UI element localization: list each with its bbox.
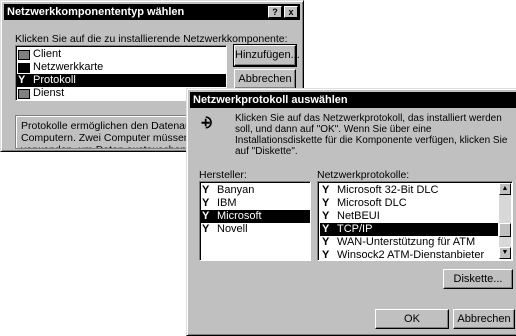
help-button[interactable]: ? <box>268 6 282 18</box>
protocol-icon <box>322 184 334 197</box>
select-protocol-dialog: Netzwerkprotokoll auswählen ⨮ Klicken Si… <box>186 88 516 336</box>
protocol-icon <box>202 197 214 210</box>
manufacturer-item-banyan[interactable]: Banyan <box>200 184 310 197</box>
protocol-icon <box>202 184 214 197</box>
component-type-instruction: Klicken Sie auf die zu installierende Ne… <box>15 33 288 45</box>
protocol-icon <box>322 249 334 261</box>
protocol-item-ms-32bit-dlc[interactable]: Microsoft 32-Bit DLC <box>320 184 498 197</box>
close-button[interactable]: x <box>284 6 298 18</box>
component-type-title-bar[interactable]: Netzwerkkomponententyp wählen ? x <box>4 4 300 20</box>
protocol-item-wan-atm[interactable]: WAN-Unterstützung für ATM <box>320 236 498 249</box>
select-protocol-title: Netzwerkprotokoll auswählen <box>193 94 348 106</box>
protocol-item-winsock2-atm[interactable]: Winsock2 ATM-Dienstanbieter <box>320 249 498 261</box>
protocol-cancel-button[interactable]: Abbrechen <box>453 309 515 329</box>
list-item-client[interactable]: Client <box>16 48 226 61</box>
add-button[interactable]: Hinzufügen... <box>233 44 300 67</box>
protocol-icon <box>322 210 334 223</box>
service-icon <box>18 88 30 99</box>
manufacturer-item-ibm[interactable]: IBM <box>200 197 310 210</box>
protocol-item-netbeui[interactable]: NetBEUI <box>320 210 498 223</box>
protocol-icon <box>202 223 214 236</box>
protocol-icon <box>18 74 30 87</box>
computer-icon <box>18 49 30 60</box>
list-item-network-card[interactable]: Netzwerkkarte <box>16 61 226 74</box>
protocol-item-ms-dlc[interactable]: Microsoft DLC <box>320 197 498 210</box>
protocols-label: Netzwerkprotokolle: <box>317 169 410 181</box>
cancel-button[interactable]: Abbrechen <box>234 69 296 89</box>
list-item-protocol[interactable]: Protokoll <box>16 74 226 87</box>
protocol-icon <box>322 236 334 249</box>
protocol-item-tcpip[interactable]: TCP/IP <box>320 223 498 236</box>
manufacturer-list[interactable]: Banyan IBM Microsoft Novell <box>199 181 311 261</box>
select-protocol-instruction: Klicken Sie auf das Netzwerkprotokoll, d… <box>235 113 508 157</box>
protocol-icon <box>322 197 334 210</box>
manufacturer-label: Hersteller: <box>199 169 247 181</box>
select-protocol-title-bar[interactable]: Netzwerkprotokoll auswählen <box>190 92 516 108</box>
scroll-down-icon[interactable]: ▼ <box>499 247 511 259</box>
network-protocol-icon: ⨮ <box>201 115 212 132</box>
component-type-title: Netzwerkkomponententyp wählen <box>7 6 185 18</box>
network-card-icon <box>18 62 30 73</box>
manufacturer-item-microsoft[interactable]: Microsoft <box>200 210 310 223</box>
scroll-thumb[interactable] <box>499 223 511 237</box>
protocol-list[interactable]: Microsoft 32-Bit DLC Microsoft DLC NetBE… <box>317 181 513 261</box>
scroll-up-icon[interactable]: ▲ <box>499 183 511 195</box>
disk-button[interactable]: Diskette... <box>443 269 513 289</box>
protocol-icon <box>322 223 334 236</box>
manufacturer-item-novell[interactable]: Novell <box>200 223 310 236</box>
protocol-icon <box>202 210 214 223</box>
protocol-list-scrollbar[interactable]: ▲ ▼ <box>499 183 511 259</box>
ok-button[interactable]: OK <box>375 309 449 329</box>
